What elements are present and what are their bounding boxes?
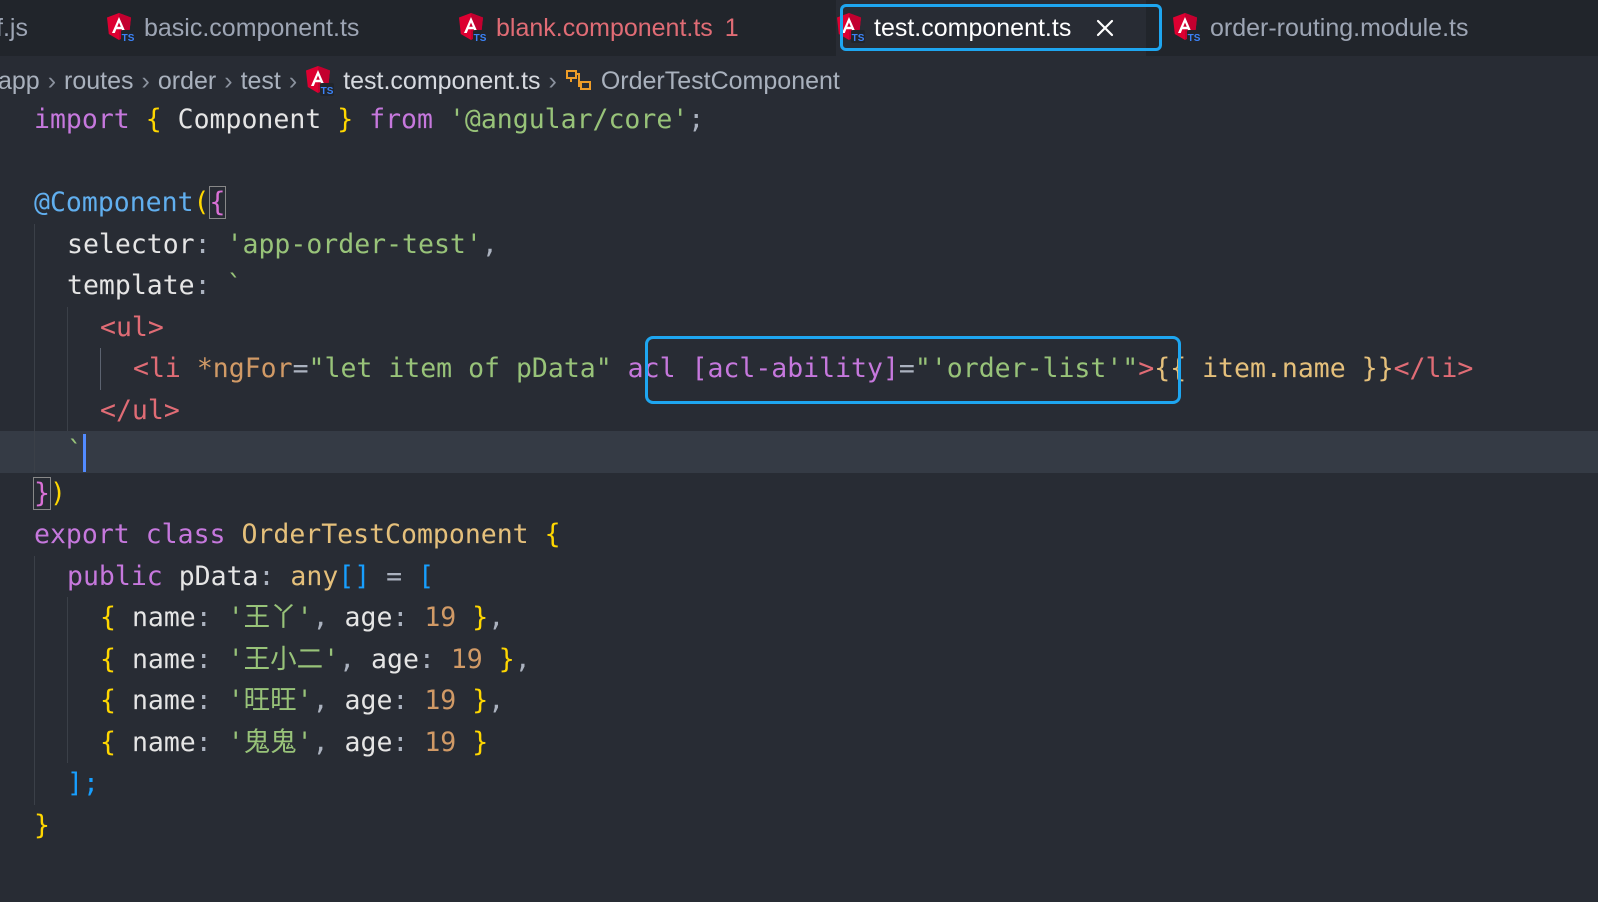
html-attribute: acl <box>627 353 676 384</box>
angular-ts-file-icon <box>106 12 136 44</box>
html-tag: </li> <box>1393 353 1474 384</box>
string-literal: '王丫' <box>227 602 313 633</box>
tab-label: basic.component.ts <box>144 13 360 42</box>
code-line: ]; <box>0 763 1598 805</box>
html-tag: </ul> <box>100 394 180 426</box>
keyword: export <box>34 519 130 550</box>
breadcrumb: app › routes › order › test › test.compo… <box>0 58 1598 104</box>
identifier: Component <box>177 104 322 135</box>
problem-count-badge: 1 <box>724 13 739 42</box>
property-key: template <box>67 270 195 301</box>
tab-order-routing-module[interactable]: order-routing.module.ts <box>1172 0 1468 56</box>
breadcrumb-item[interactable]: app <box>0 67 40 96</box>
angular-ts-file-icon <box>836 12 866 44</box>
code-line: <ul> <box>0 306 1598 348</box>
code-line: { name: '王小二', age: 19 }, <box>0 638 1598 680</box>
tab-f-js[interactable]: f.js <box>0 0 28 56</box>
chevron-right-icon: › <box>288 66 298 95</box>
string-literal: 'app-order-test' <box>226 228 482 260</box>
semicolon: ; <box>688 104 705 135</box>
decorator: @Component <box>34 187 194 218</box>
html-attribute: [acl-ability] <box>691 353 899 384</box>
code-line: template: ` <box>0 265 1598 307</box>
template-backtick: ` <box>226 270 243 301</box>
code-line: }) <box>33 476 66 510</box>
breadcrumb-item[interactable]: order <box>158 67 216 96</box>
number-literal: 19 <box>424 726 457 758</box>
number-literal: 19 <box>424 685 457 716</box>
tab-label: test.component.ts <box>874 13 1072 42</box>
html-tag: <ul> <box>100 311 164 343</box>
chevron-right-icon: › <box>224 66 233 95</box>
attribute-value: "let item of pData" <box>308 353 612 384</box>
string-literal: '鬼鬼' <box>227 726 313 758</box>
code-line: public pData: any[] = [ <box>0 555 1598 597</box>
identifier: pData <box>178 560 259 592</box>
code-line: { name: '王丫', age: 19 }, <box>0 597 1598 639</box>
property-key: selector <box>67 228 195 260</box>
breadcrumb-symbol[interactable]: OrderTestComponent <box>601 67 840 96</box>
brace: { <box>145 104 162 135</box>
breadcrumb-item[interactable]: routes <box>64 67 133 96</box>
code-line: { name: '鬼鬼', age: 19 } <box>0 721 1598 763</box>
class-name: OrderTestComponent <box>241 519 529 550</box>
breadcrumb-file[interactable]: test.component.ts <box>343 67 540 96</box>
close-icon[interactable] <box>1095 18 1115 38</box>
string-literal: '旺旺' <box>227 685 313 716</box>
angular-ts-file-icon <box>458 12 488 44</box>
code-line: @Component({ <box>34 186 227 219</box>
keyword-from: from <box>369 104 433 135</box>
breadcrumb-item[interactable]: test <box>241 67 281 96</box>
code-line: { name: '旺旺', age: 19 }, <box>0 680 1598 722</box>
string-literal: '王小二' <box>227 643 340 675</box>
number-literal: 19 <box>424 602 457 633</box>
template-backtick: ` <box>67 436 83 467</box>
chevron-right-icon: › <box>548 66 557 95</box>
chevron-right-icon: › <box>47 66 57 95</box>
brace: } <box>337 104 354 135</box>
code-line: selector: 'app-order-test', <box>0 223 1598 265</box>
code-line: } <box>0 805 1598 847</box>
keyword: class <box>145 519 226 550</box>
string-literal: '@angular/core' <box>448 104 689 135</box>
class-symbol-icon <box>565 70 591 90</box>
angular-ts-file-icon <box>1172 12 1202 44</box>
code-line-current: ` <box>0 431 1598 473</box>
code-line: export class OrderTestComponent { <box>34 519 561 550</box>
code-line: </ul> <box>0 389 1598 431</box>
tab-blank-component[interactable]: blank.component.ts 1 <box>458 0 739 56</box>
keyword: public <box>67 560 163 592</box>
code-editor[interactable]: import { Component } from '@angular/core… <box>0 99 1598 846</box>
editor-tab-bar: f.js basic.component.ts blank.component.… <box>0 0 1598 56</box>
keyword-import: import <box>34 104 130 135</box>
tab-test-component[interactable]: test.component.ts <box>836 0 1146 56</box>
class-close-brace: } <box>34 809 50 841</box>
attribute-value: "'order-list'" <box>914 353 1139 384</box>
angular-ts-file-icon <box>305 65 335 97</box>
tab-basic-component[interactable]: basic.component.ts <box>106 0 359 56</box>
number-literal: 19 <box>450 643 483 675</box>
chevron-right-icon: › <box>141 66 150 95</box>
html-attribute: *ngFor <box>196 353 293 384</box>
code-line: import { Component } from '@angular/core… <box>0 99 1598 141</box>
interpolation: {{ item.name }} <box>1154 353 1394 384</box>
type: any <box>290 560 339 592</box>
tab-label: blank.component.ts <box>496 13 713 42</box>
text-cursor <box>82 433 86 472</box>
array-close: ]; <box>67 768 99 799</box>
html-tag: <li <box>133 353 181 384</box>
code-line: <li *ngFor="let item of pData" acl [acl-… <box>0 348 1598 390</box>
tab-label: f.js <box>0 13 28 42</box>
tab-label: order-routing.module.ts <box>1210 13 1469 42</box>
